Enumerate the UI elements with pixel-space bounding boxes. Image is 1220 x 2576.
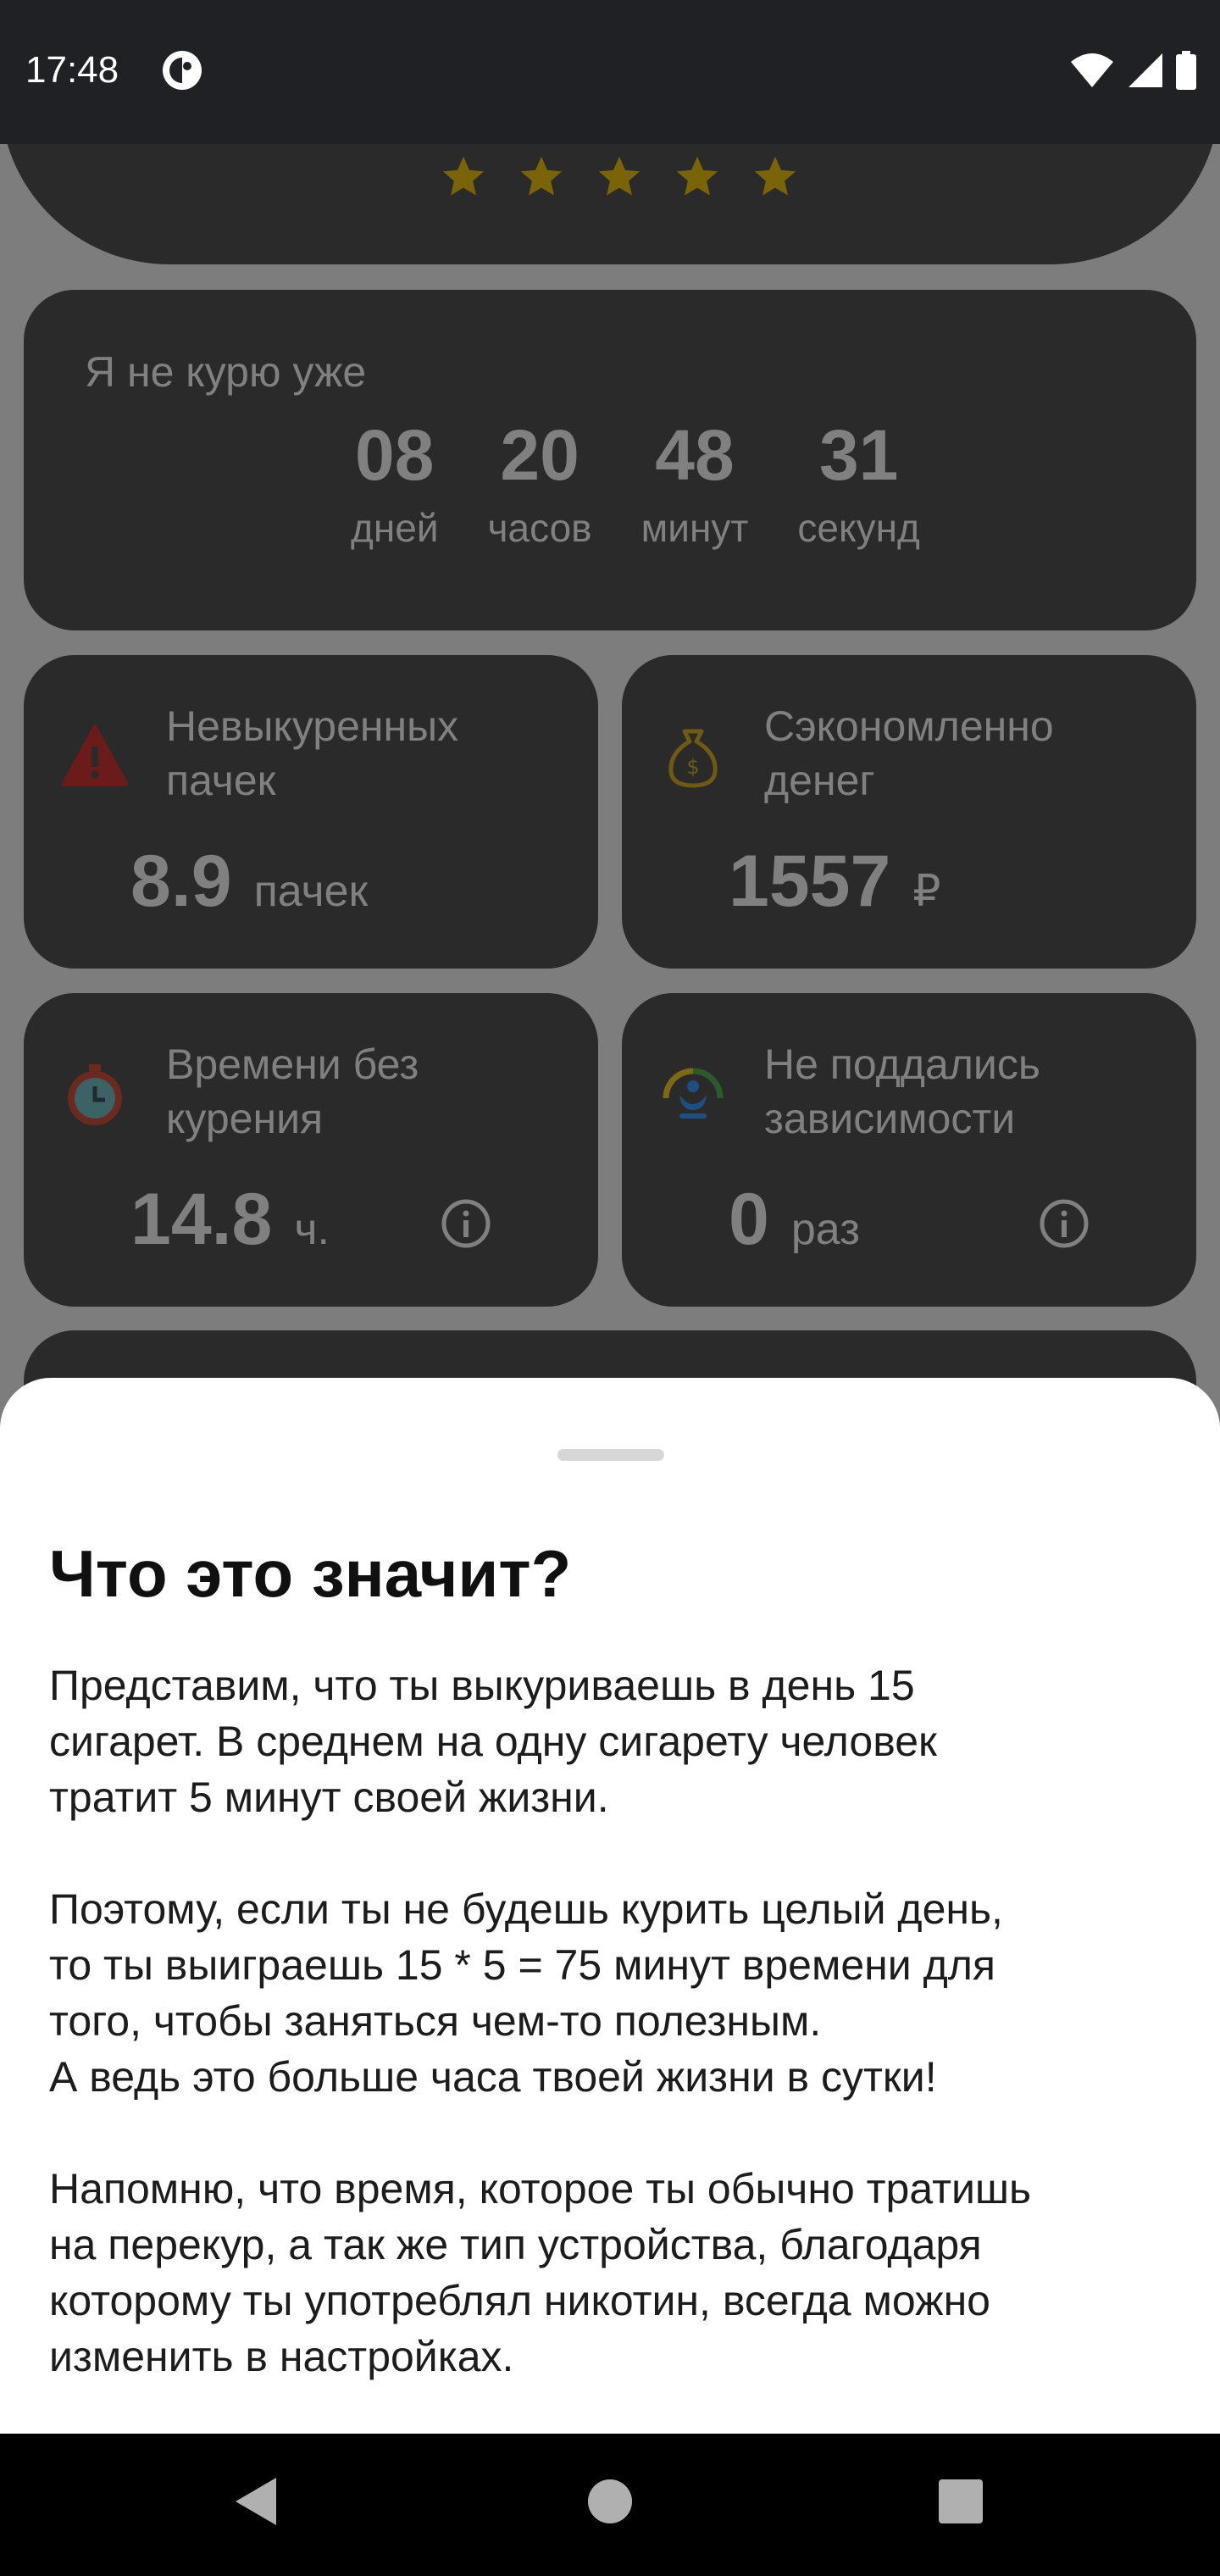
- star-icon: [598, 156, 640, 196]
- money-bag-icon: $: [668, 729, 718, 788]
- notification-app-icon: [163, 51, 202, 90]
- info-bottom-sheet[interactable]: Что это значит? Представим, что ты выкур…: [0, 1378, 1220, 2434]
- days-value: 08: [355, 415, 435, 495]
- info-icon[interactable]: [439, 1196, 493, 1251]
- days-caption: дней: [351, 506, 439, 550]
- counter-hours: 20 часов: [488, 417, 592, 551]
- stat-title: Не поддались зависимости: [764, 1041, 1040, 1142]
- star-icon: [676, 156, 718, 196]
- svg-text:$: $: [686, 755, 699, 779]
- stat-unit: ч.: [294, 1205, 330, 1254]
- sheet-title: Что это значит?: [49, 1536, 572, 1611]
- star-icon: [442, 156, 485, 196]
- counter-units: 08 дней 20 часов 48 минут 31 секунд: [351, 417, 969, 551]
- stat-value-row: 0 раз: [729, 1178, 860, 1262]
- counter-seconds: 31 секунд: [797, 417, 919, 551]
- stat-value: 0: [729, 1179, 769, 1260]
- stat-title: Невыкуренных пачек: [166, 702, 459, 804]
- home-icon[interactable]: [585, 2474, 635, 2529]
- stat-value: 1557: [729, 841, 891, 922]
- battery-icon: [1176, 51, 1196, 90]
- stat-unit: раз: [790, 1205, 860, 1254]
- sheet-drag-handle[interactable]: [557, 1449, 664, 1461]
- system-icons: [1069, 51, 1196, 90]
- counter-minutes: 48 минут: [641, 417, 749, 551]
- hours-caption: часов: [487, 506, 592, 550]
- seconds-value: 31: [818, 415, 899, 495]
- minutes-caption: минут: [640, 506, 749, 550]
- seconds-caption: секунд: [797, 506, 920, 550]
- stat-card-resisted[interactable]: Не поддались зависимости 0 раз: [622, 993, 1196, 1307]
- smoke-free-counter-card[interactable]: Я не курю уже 08 дней 20 часов 48 минут …: [24, 290, 1196, 630]
- back-icon[interactable]: [230, 2474, 281, 2529]
- stat-value-row: 8.9 пачек: [130, 840, 368, 924]
- stat-title: Времени без курения: [166, 1041, 419, 1142]
- counter-days: 08 дней: [351, 417, 439, 551]
- sheet-body-text: Представим, что ты выкуриваешь в день 15…: [49, 1662, 1032, 2380]
- counter-label: Я не курю уже: [85, 348, 367, 396]
- rating-stars: [439, 153, 800, 202]
- hours-value: 20: [500, 415, 580, 495]
- recents-icon[interactable]: [935, 2474, 986, 2529]
- stat-card-time[interactable]: Времени без курения 14.8 ч.: [24, 993, 598, 1307]
- star-icon: [520, 156, 563, 196]
- stat-card-money[interactable]: $ Сэкономленно денег 1557 ₽: [622, 655, 1196, 969]
- stat-value: 14.8: [130, 1179, 273, 1260]
- warning-icon: [62, 725, 128, 786]
- stat-value-row: 14.8 ч.: [130, 1178, 330, 1262]
- navigation-bar: [0, 2434, 1220, 2576]
- info-icon[interactable]: [1037, 1196, 1091, 1251]
- stat-value: 8.9: [130, 841, 232, 922]
- protected-person-icon: [663, 1068, 724, 1119]
- status-bar: 17:48: [0, 0, 1220, 144]
- cell-signal-icon: [1128, 53, 1162, 87]
- stat-unit: ₽: [912, 867, 941, 916]
- stat-unit: пачек: [253, 867, 369, 916]
- minutes-value: 48: [655, 415, 735, 495]
- stat-title: Сэкономленно денег: [764, 702, 1054, 804]
- stat-card-packs[interactable]: Невыкуренных пачек 8.9 пачек: [24, 655, 598, 969]
- wifi-icon: [1071, 53, 1113, 87]
- stat-value-row: 1557 ₽: [729, 840, 940, 924]
- status-time: 17:48: [25, 49, 119, 91]
- star-icon: [754, 156, 796, 196]
- stopwatch-icon: [68, 1064, 122, 1125]
